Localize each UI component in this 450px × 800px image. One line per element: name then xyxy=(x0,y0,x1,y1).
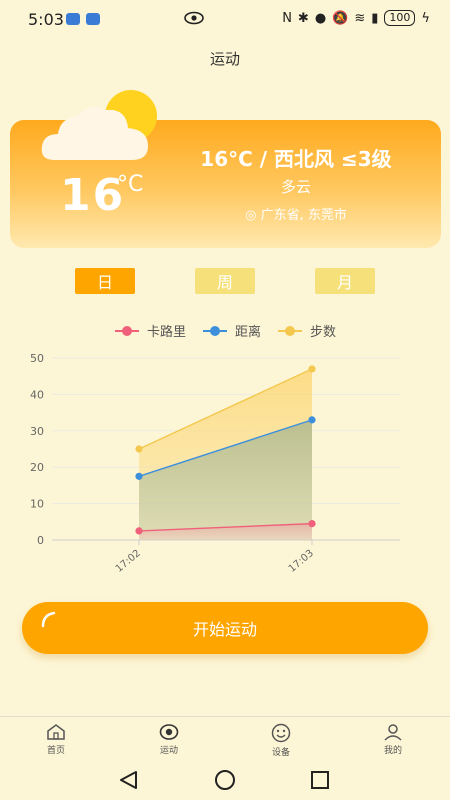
y-tick-label: 20 xyxy=(30,461,44,474)
tab-month[interactable]: 月 xyxy=(315,268,375,294)
activity-chart: 0 10 20 30 40 50 17:02 17:03 卡路里 距离 步数 xyxy=(30,324,400,575)
start-exercise-button[interactable]: 开始运动 xyxy=(22,602,428,654)
weather-condition: 多云 xyxy=(280,178,311,196)
legend-label: 距离 xyxy=(235,324,261,340)
eye-icon xyxy=(184,11,204,25)
y-tick-label: 50 xyxy=(30,352,44,365)
home-icon xyxy=(47,724,65,740)
temperature-unit: °C xyxy=(117,172,144,197)
y-tick-label: 10 xyxy=(30,498,44,511)
y-tick-label: 40 xyxy=(30,388,44,401)
signal-icon: ▮ xyxy=(371,10,379,26)
y-tick-label: 30 xyxy=(30,425,44,438)
sport-icon xyxy=(159,724,179,740)
legend-swatch xyxy=(122,326,132,336)
bottom-tab-bar: 首页 运动 设备 我的 xyxy=(0,716,450,765)
current-temperature: 16 xyxy=(60,170,126,221)
button-highlight-arc xyxy=(41,611,56,628)
data-point xyxy=(308,365,316,373)
wifi-icon: ≋ xyxy=(354,10,366,26)
battery-indicator: 100 xyxy=(384,10,416,26)
tab-device[interactable]: 设备 xyxy=(251,723,311,758)
x-tick-label: 17:02 xyxy=(114,548,143,575)
device-icon xyxy=(271,723,291,743)
tab-sport[interactable]: 运动 xyxy=(139,723,199,756)
tab-profile-label: 我的 xyxy=(383,746,402,756)
tab-home[interactable]: 首页 xyxy=(26,723,86,756)
mute-icon: 🔕 xyxy=(332,10,349,26)
legend-swatch xyxy=(210,326,220,336)
tab-home-label: 首页 xyxy=(46,746,65,756)
tab-week[interactable]: 周 xyxy=(195,268,255,294)
location-icon: ● xyxy=(314,10,327,26)
data-point xyxy=(135,445,143,453)
home-nav-icon[interactable] xyxy=(215,770,235,790)
legend-label: 步数 xyxy=(310,325,336,340)
tab-profile[interactable]: 我的 xyxy=(363,723,423,756)
weather-summary: 16°C / 西北风 ≤3级 xyxy=(200,147,392,171)
partly-cloudy-icon xyxy=(41,90,157,160)
data-point xyxy=(135,472,143,480)
message-notification-icon xyxy=(86,13,100,25)
y-tick-label: 0 xyxy=(37,534,44,547)
tab-sport-label: 运动 xyxy=(159,746,178,756)
status-icons: N ✱ ● 🔕 ≋ ▮ 100 ϟ xyxy=(282,10,430,26)
data-point xyxy=(135,527,143,535)
weather-location: ◎ 广东省, 东莞市 xyxy=(245,208,347,223)
recents-icon[interactable] xyxy=(311,771,329,789)
tab-device-label: 设备 xyxy=(271,748,290,758)
status-bar: 5:03 N ✱ ● 🔕 ≋ ▮ 100 ϟ xyxy=(0,0,450,38)
x-tick-label: 17:03 xyxy=(287,548,316,575)
data-point xyxy=(308,520,316,528)
app-notification-icon xyxy=(66,13,80,25)
profile-icon xyxy=(384,724,402,741)
nfc-icon: N xyxy=(282,10,292,26)
system-nav-bar xyxy=(0,764,450,800)
status-time: 5:03 xyxy=(28,10,64,29)
charging-icon: ϟ xyxy=(421,10,430,26)
page-title: 运动 xyxy=(209,50,240,68)
tab-day[interactable]: 日 xyxy=(75,268,135,294)
back-icon[interactable] xyxy=(120,771,137,789)
data-point xyxy=(308,416,316,424)
legend-label: 卡路里 xyxy=(147,324,186,340)
legend-swatch xyxy=(285,326,295,336)
bluetooth-icon: ✱ xyxy=(297,10,309,26)
